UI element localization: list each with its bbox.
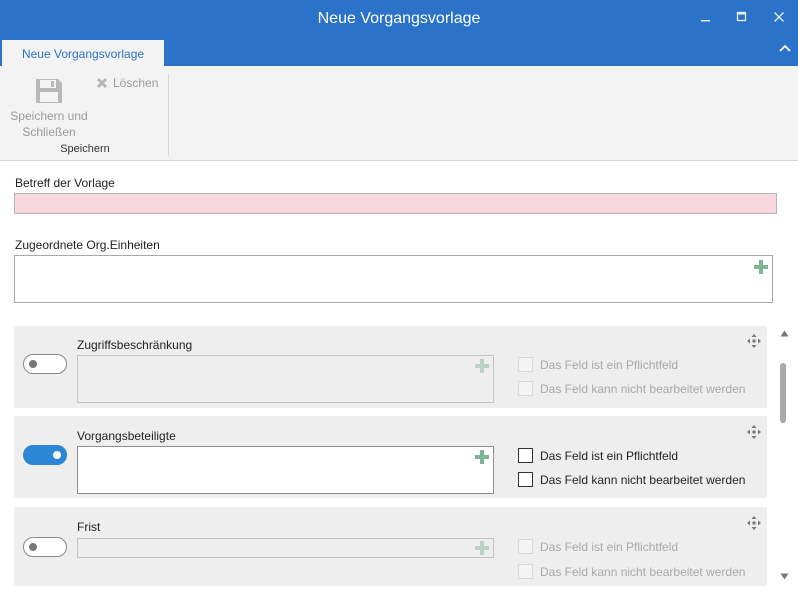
frist-field[interactable] [77, 538, 494, 558]
add-org-unit-icon[interactable] [754, 260, 768, 274]
panel-title: Frist [77, 520, 101, 534]
panel-title: Vorgangsbeteiligte [77, 429, 176, 443]
readonly-checkbox[interactable] [518, 564, 533, 579]
toggle-frist[interactable] [23, 537, 67, 557]
readonly-label: Das Feld kann nicht bearbeitet werden [540, 472, 746, 487]
add-icon[interactable] [475, 359, 489, 373]
subject-label: Betreff der Vorlage [15, 176, 115, 190]
panel-title: Zugriffsbeschränkung [77, 338, 193, 352]
tab-neue-vorgangsvorlage[interactable]: Neue Vorgangsvorlage [2, 38, 164, 66]
required-checkbox[interactable] [518, 357, 533, 372]
vertical-scrollbar[interactable] [777, 326, 791, 586]
move-icon[interactable] [747, 516, 761, 530]
title-bar: Neue Vorgangsvorlage [0, 0, 798, 38]
delete-icon [96, 77, 108, 89]
readonly-checkbox[interactable] [518, 472, 533, 487]
required-checkbox[interactable] [518, 448, 533, 463]
scroll-up-icon[interactable] [780, 330, 789, 337]
required-label: Das Feld ist ein Pflichtfeld [540, 448, 679, 463]
vorgangsbeteiligte-field[interactable] [77, 446, 494, 494]
readonly-checkbox-row[interactable]: Das Feld kann nicht bearbeitet werden [518, 381, 745, 396]
toggle-vorgangsbeteiligte[interactable] [23, 445, 67, 465]
required-label: Das Feld ist ein Pflichtfeld [540, 539, 679, 554]
required-checkbox-row[interactable]: Das Feld ist ein Pflichtfeld [518, 448, 678, 463]
zugriffsbeschraenkung-field[interactable] [77, 355, 494, 403]
panel-frist: Frist Das Feld ist ein Pflichtfeld Das F… [14, 507, 767, 586]
required-checkbox-row[interactable]: Das Feld ist ein Pflichtfeld [518, 357, 678, 372]
toggle-zugriffsbeschraenkung[interactable] [23, 354, 67, 374]
readonly-label: Das Feld kann nicht bearbeitet werden [540, 564, 746, 579]
add-icon[interactable] [475, 450, 489, 464]
chevron-up-icon[interactable] [778, 42, 796, 62]
minimize-icon[interactable] [696, 9, 716, 29]
panel-vorgangsbeteiligte: Vorgangsbeteiligte Das Feld ist ein Pfli… [14, 416, 767, 498]
readonly-checkbox[interactable] [518, 381, 533, 396]
readonly-checkbox-row[interactable]: Das Feld kann nicht bearbeitet werden [518, 564, 745, 579]
required-label: Das Feld ist ein Pflichtfeld [540, 357, 679, 372]
ribbon: Speichern und Schließen Löschen Speicher… [0, 66, 798, 161]
required-checkbox-row[interactable]: Das Feld ist ein Pflichtfeld [518, 539, 678, 554]
window-title: Neue Vorgangsvorlage [317, 10, 481, 27]
add-icon[interactable] [475, 541, 489, 555]
move-icon[interactable] [747, 425, 761, 439]
ribbon-tab-bar: Neue Vorgangsvorlage [0, 38, 798, 66]
scrollbar-thumb[interactable] [780, 363, 786, 423]
subject-input[interactable] [14, 193, 777, 214]
readonly-checkbox-row[interactable]: Das Feld kann nicht bearbeitet werden [518, 472, 745, 487]
maximize-icon[interactable] [732, 9, 752, 29]
scroll-down-icon[interactable] [780, 573, 789, 580]
required-checkbox[interactable] [518, 539, 533, 554]
ribbon-group-label: Speichern [60, 143, 110, 155]
save-icon[interactable] [35, 78, 63, 109]
save-and-close-button[interactable]: Speichern und Schließen [6, 108, 92, 140]
org-units-field[interactable] [14, 255, 773, 303]
readonly-label: Das Feld kann nicht bearbeitet werden [540, 381, 746, 396]
org-units-label: Zugeordnete Org.Einheiten [15, 238, 160, 252]
move-icon[interactable] [747, 334, 761, 348]
delete-button[interactable]: Löschen [96, 75, 158, 91]
ribbon-separator [168, 74, 169, 156]
close-icon[interactable] [769, 9, 789, 29]
delete-label: Löschen [113, 76, 159, 90]
panel-zugriffsbeschraenkung: Zugriffsbeschränkung Das Feld ist ein Pf… [14, 326, 767, 408]
